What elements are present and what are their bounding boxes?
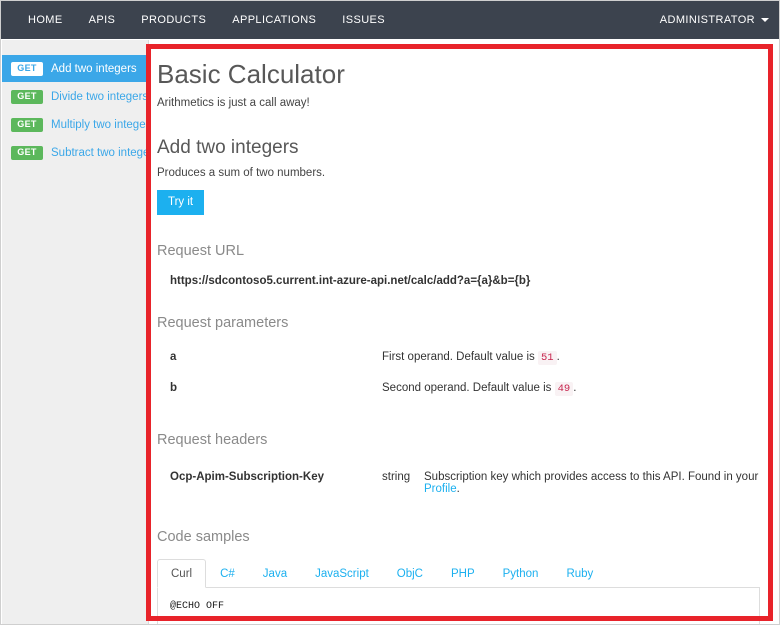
table-row: a First operand. Default value is 51. <box>157 342 760 373</box>
operation-detail-panel: Basic Calculator Arithmetics is just a c… <box>149 40 779 624</box>
parameter-default-value: 51 <box>537 351 557 365</box>
page-title: Basic Calculator <box>157 59 345 89</box>
code-sample-panel[interactable]: @ECHO OFF curl -v -X GET "https://sdcont… <box>157 588 760 624</box>
parameter-description: Second operand. Default value is 49. <box>382 373 760 404</box>
code-sample-tabs: Curl C# Java JavaScript ObjC PHP Python … <box>157 559 760 588</box>
administrator-label: ADMINISTRATOR <box>659 14 755 26</box>
top-navigation-bar: HOME APIS PRODUCTS APPLICATIONS ISSUES A… <box>1 1 779 39</box>
request-headers-table: Ocp-Apim-Subscription-Key string Subscri… <box>157 459 760 501</box>
code-samples-heading: Code samples <box>157 529 250 545</box>
tab-ruby[interactable]: Ruby <box>552 559 607 588</box>
chevron-down-icon <box>761 18 769 22</box>
sidebar-item-label: Divide two integers <box>51 90 149 103</box>
administrator-menu[interactable]: ADMINISTRATOR <box>660 1 769 39</box>
sidebar-item-multiply-two-integers[interactable]: GET Multiply two integers <box>2 111 155 138</box>
table-row: Ocp-Apim-Subscription-Key string Subscri… <box>157 459 760 501</box>
http-method-badge: GET <box>11 145 43 160</box>
operations-sidebar: GET Add two integers GET Divide two inte… <box>2 40 159 624</box>
tab-python[interactable]: Python <box>489 559 553 588</box>
nav-item-applications[interactable]: APPLICATIONS <box>219 1 329 39</box>
code-line-1: @ECHO OFF <box>170 601 225 612</box>
tab-php[interactable]: PHP <box>437 559 489 588</box>
table-row: b Second operand. Default value is 49. <box>157 373 760 404</box>
nav-item-products[interactable]: PRODUCTS <box>128 1 219 39</box>
request-parameters-heading: Request parameters <box>157 315 289 331</box>
tab-java[interactable]: Java <box>249 559 301 588</box>
sidebar-item-label: Multiply two integers <box>51 118 156 131</box>
sidebar-item-add-two-integers[interactable]: GET Add two integers <box>2 55 148 82</box>
sidebar-item-label: Subtract two integers <box>51 146 160 159</box>
tab-objc[interactable]: ObjC <box>383 559 437 588</box>
request-headers-heading: Request headers <box>157 432 268 448</box>
primary-nav: HOME APIS PRODUCTS APPLICATIONS ISSUES <box>15 1 398 39</box>
request-parameters-table: a First operand. Default value is 51. b … <box>157 342 760 404</box>
header-description-suffix: . <box>456 483 460 495</box>
tab-curl[interactable]: Curl <box>157 559 207 588</box>
operation-title: Add two integers <box>157 137 299 158</box>
parameter-default-value: 49 <box>554 382 574 396</box>
parameter-description-suffix: . <box>573 382 577 394</box>
request-url-heading: Request URL <box>157 243 245 259</box>
api-developer-portal-screen: HOME APIS PRODUCTS APPLICATIONS ISSUES A… <box>0 0 780 625</box>
header-type: string <box>382 471 411 483</box>
nav-item-issues[interactable]: ISSUES <box>329 1 398 39</box>
try-it-button[interactable]: Try it <box>157 190 205 215</box>
request-url-value: https://sdcontoso5.current.int-azure-api… <box>170 275 531 287</box>
header-description-text: Subscription key which provides access t… <box>424 471 759 483</box>
tab-csharp[interactable]: C# <box>206 559 249 588</box>
code-sample-text: @ECHO OFF curl -v -X GET "https://sdcont… <box>170 598 747 624</box>
http-method-badge: GET <box>11 117 43 132</box>
http-method-badge: GET <box>11 61 43 76</box>
parameter-description-text: Second operand. Default value is <box>382 382 552 394</box>
sidebar-item-label: Add two integers <box>51 62 137 75</box>
parameter-name: b <box>170 382 178 394</box>
parameter-name: a <box>170 351 177 363</box>
parameter-description: First operand. Default value is 51. <box>382 342 760 373</box>
sidebar-item-subtract-two-integers[interactable]: GET Subtract two integers <box>2 139 159 166</box>
http-method-badge: GET <box>11 89 43 104</box>
nav-item-apis[interactable]: APIS <box>76 1 129 39</box>
tab-javascript[interactable]: JavaScript <box>301 559 383 588</box>
parameter-description-suffix: . <box>556 351 560 363</box>
nav-item-home[interactable]: HOME <box>15 1 76 39</box>
operation-description: Produces a sum of two numbers. <box>157 167 326 179</box>
profile-link[interactable]: Profile <box>424 483 457 495</box>
header-description: Subscription key which provides access t… <box>424 459 760 501</box>
parameter-description-text: First operand. Default value is <box>382 351 535 363</box>
sidebar-item-divide-two-integers[interactable]: GET Divide two integers <box>2 83 148 110</box>
header-name: Ocp-Apim-Subscription-Key <box>170 471 324 483</box>
api-description: Arithmetics is just a call away! <box>157 97 310 109</box>
